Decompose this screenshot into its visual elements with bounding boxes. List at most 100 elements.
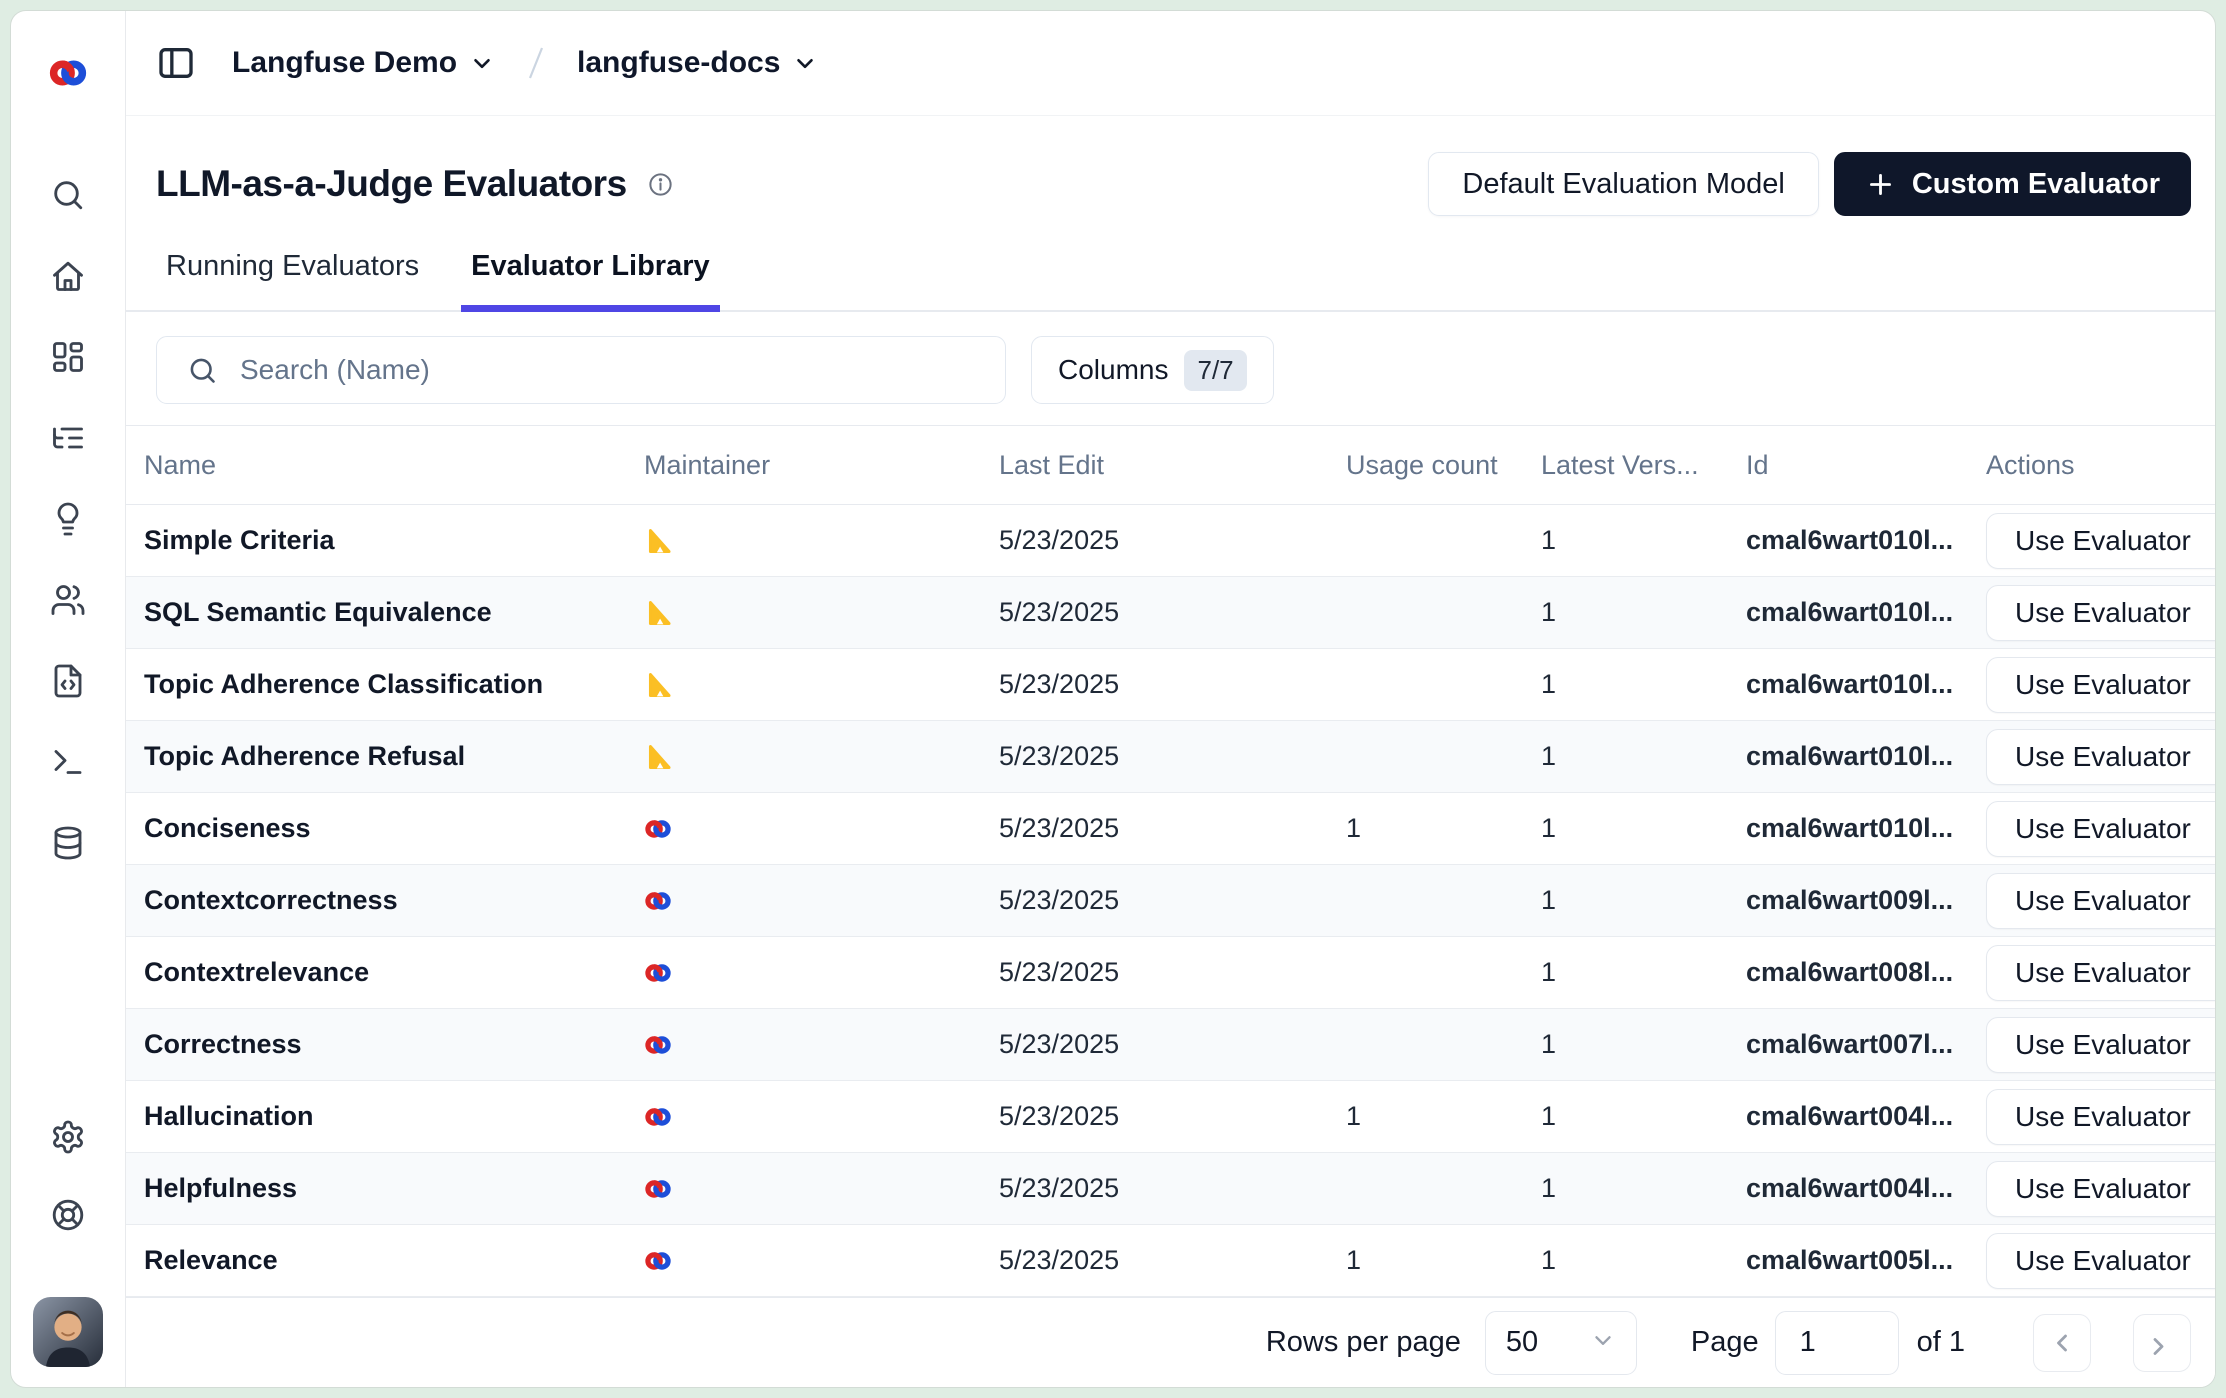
langfuse-icon: [644, 1031, 672, 1059]
lightbulb-icon[interactable]: [50, 501, 86, 537]
cell-last-edit: 5/23/2025: [999, 813, 1346, 844]
cell-latest-version: 1: [1541, 597, 1746, 628]
table-row[interactable]: Topic Adherence Refusal 5/23/2025 1 cmal…: [126, 721, 2215, 793]
cell-maintainer: [644, 1247, 999, 1275]
cell-latest-version: 1: [1541, 957, 1746, 988]
tab-evaluator-library[interactable]: Evaluator Library: [461, 250, 720, 312]
app-window: Langfuse Demo langfuse-docs LLM-as-a-Jud…: [10, 10, 2216, 1388]
user-avatar[interactable]: [33, 1297, 103, 1367]
sidebar-bottom: [33, 1119, 103, 1367]
use-evaluator-button[interactable]: Use Evaluator: [1986, 1089, 2215, 1145]
use-evaluator-button[interactable]: Use Evaluator: [1986, 513, 2215, 569]
cell-id: cmal6wart010l...: [1746, 597, 1986, 628]
cell-name: Helpfulness: [144, 1173, 644, 1204]
table-row[interactable]: Conciseness 5/23/2025 1 1 cmal6wart010l.…: [126, 793, 2215, 865]
cell-maintainer: [644, 743, 999, 771]
cell-last-edit: 5/23/2025: [999, 1245, 1346, 1276]
org-selector[interactable]: Langfuse Demo: [232, 46, 457, 80]
table-row[interactable]: Helpfulness 5/23/2025 1 cmal6wart004l...…: [126, 1153, 2215, 1225]
table-row[interactable]: Relevance 5/23/2025 1 1 cmal6wart005l...…: [126, 1225, 2215, 1297]
cell-latest-version: 1: [1541, 1245, 1746, 1276]
cell-last-edit: 5/23/2025: [999, 885, 1346, 916]
tab-running-evaluators[interactable]: Running Evaluators: [156, 250, 429, 312]
cell-last-edit: 5/23/2025: [999, 597, 1346, 628]
default-evaluation-model-button[interactable]: Default Evaluation Model: [1428, 152, 1818, 216]
cell-latest-version: 1: [1541, 813, 1746, 844]
use-evaluator-button[interactable]: Use Evaluator: [1986, 585, 2215, 641]
table-row[interactable]: Contextcorrectness 5/23/2025 1 cmal6wart…: [126, 865, 2215, 937]
lifebuoy-icon[interactable]: [50, 1197, 86, 1233]
use-evaluator-button[interactable]: Use Evaluator: [1986, 657, 2215, 713]
cell-last-edit: 5/23/2025: [999, 957, 1346, 988]
page-label: Page: [1691, 1326, 1759, 1359]
breadcrumb-slash-icon: [521, 44, 551, 82]
ragas-icon: [644, 527, 672, 555]
cell-last-edit: 5/23/2025: [999, 669, 1346, 700]
table-header-row: NameMaintainerLast EditUsage countLatest…: [126, 425, 2215, 505]
cell-maintainer: [644, 887, 999, 915]
next-page-button[interactable]: [2133, 1314, 2191, 1372]
cell-maintainer: [644, 815, 999, 843]
use-evaluator-button[interactable]: Use Evaluator: [1986, 1017, 2215, 1073]
use-evaluator-button[interactable]: Use Evaluator: [1986, 873, 2215, 929]
dashboard-icon[interactable]: [50, 339, 86, 375]
cell-id: cmal6wart004l...: [1746, 1173, 1986, 1204]
cell-latest-version: 1: [1541, 1029, 1746, 1060]
table-row[interactable]: Simple Criteria 5/23/2025 1 cmal6wart010…: [126, 505, 2215, 577]
page-header: LLM-as-a-Judge Evaluators Default Evalua…: [126, 152, 2215, 216]
cell-name: SQL Semantic Equivalence: [144, 597, 644, 628]
table-row[interactable]: Correctness 5/23/2025 1 cmal6wart007l...…: [126, 1009, 2215, 1081]
project-selector[interactable]: langfuse-docs: [577, 46, 780, 80]
sidebar-nav: [50, 177, 86, 861]
custom-evaluator-button[interactable]: Custom Evaluator: [1834, 152, 2191, 216]
chevron-down-icon[interactable]: [469, 50, 495, 76]
cell-latest-version: 1: [1541, 741, 1746, 772]
use-evaluator-button[interactable]: Use Evaluator: [1986, 945, 2215, 1001]
langfuse-icon: [644, 815, 672, 843]
cell-name: Correctness: [144, 1029, 644, 1060]
langfuse-icon: [644, 887, 672, 915]
cell-latest-version: 1: [1541, 1173, 1746, 1204]
home-icon[interactable]: [50, 258, 86, 294]
rows-per-page-select[interactable]: 50: [1485, 1311, 1637, 1375]
search-icon: [187, 355, 218, 386]
plus-icon: [1865, 169, 1896, 200]
langfuse-icon: [644, 1247, 672, 1275]
code-file-icon[interactable]: [50, 663, 86, 699]
toolbar: Columns 7/7: [126, 336, 2215, 404]
langfuse-logo-icon: [48, 53, 88, 93]
column-header-id: Id: [1746, 450, 1986, 481]
columns-button[interactable]: Columns 7/7: [1031, 336, 1274, 404]
gear-icon[interactable]: [50, 1119, 86, 1155]
terminal-icon[interactable]: [50, 744, 86, 780]
list-tree-icon[interactable]: [50, 420, 86, 456]
search-input[interactable]: [240, 354, 1005, 386]
chevron-down-icon[interactable]: [792, 50, 818, 76]
previous-page-button[interactable]: [2033, 1314, 2091, 1372]
use-evaluator-button[interactable]: Use Evaluator: [1986, 1161, 2215, 1217]
use-evaluator-button[interactable]: Use Evaluator: [1986, 801, 2215, 857]
table-row[interactable]: Contextrelevance 5/23/2025 1 cmal6wart00…: [126, 937, 2215, 1009]
page-number-input[interactable]: [1775, 1311, 1899, 1375]
use-evaluator-button[interactable]: Use Evaluator: [1986, 1233, 2215, 1289]
table-row[interactable]: SQL Semantic Equivalence 5/23/2025 1 cma…: [126, 577, 2215, 649]
tab-bar: Running Evaluators Evaluator Library: [126, 250, 2215, 312]
search-box[interactable]: [156, 336, 1006, 404]
cell-usage-count: 1: [1346, 813, 1541, 844]
sidebar-toggle-icon[interactable]: [156, 43, 196, 83]
users-icon[interactable]: [50, 582, 86, 618]
ragas-icon: [644, 599, 672, 627]
search-icon[interactable]: [50, 177, 86, 213]
cell-last-edit: 5/23/2025: [999, 1029, 1346, 1060]
cell-usage-count: 1: [1346, 1245, 1541, 1276]
cell-id: cmal6wart007l...: [1746, 1029, 1986, 1060]
cell-maintainer: [644, 1031, 999, 1059]
table-row[interactable]: Hallucination 5/23/2025 1 1 cmal6wart004…: [126, 1081, 2215, 1153]
cell-maintainer: [644, 671, 999, 699]
table-row[interactable]: Topic Adherence Classification 5/23/2025…: [126, 649, 2215, 721]
info-icon[interactable]: [647, 171, 674, 198]
database-icon[interactable]: [50, 825, 86, 861]
use-evaluator-button[interactable]: Use Evaluator: [1986, 729, 2215, 785]
cell-id: cmal6wart005l...: [1746, 1245, 1986, 1276]
cell-name: Topic Adherence Classification: [144, 669, 644, 700]
